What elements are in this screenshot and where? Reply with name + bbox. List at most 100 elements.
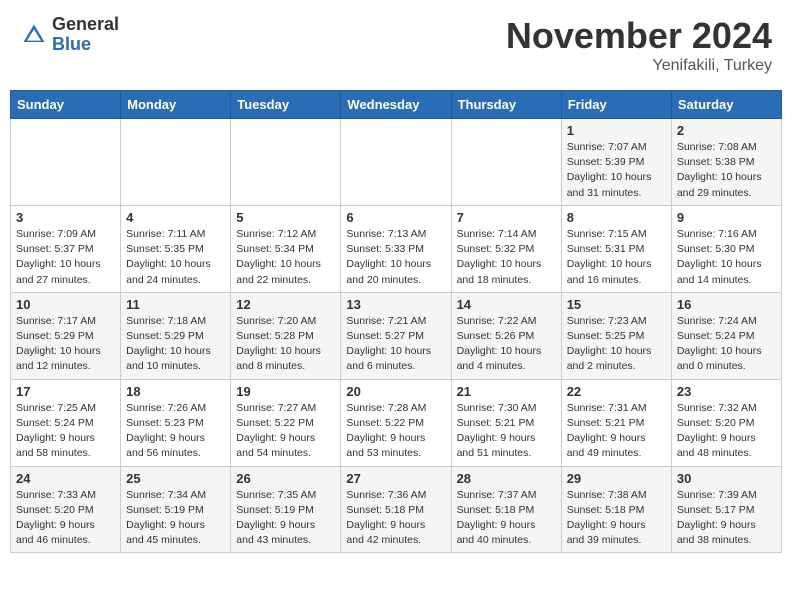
calendar-body: 1 Sunrise: 7:07 AM Sunset: 5:39 PM Daylig… <box>11 119 782 553</box>
logo-general: General <box>52 15 119 35</box>
day-number: 29 <box>567 471 666 486</box>
day-number: 18 <box>126 384 225 399</box>
day-of-week-header: Thursday <box>451 91 561 119</box>
day-info: Sunrise: 7:07 AM Sunset: 5:39 PM Dayligh… <box>567 140 666 201</box>
day-number: 2 <box>677 123 776 138</box>
day-info: Sunrise: 7:33 AM Sunset: 5:20 PM Dayligh… <box>16 488 115 549</box>
day-number: 19 <box>236 384 335 399</box>
day-info: Sunrise: 7:17 AM Sunset: 5:29 PM Dayligh… <box>16 314 115 375</box>
header-row: SundayMondayTuesdayWednesdayThursdayFrid… <box>11 91 782 119</box>
day-info: Sunrise: 7:08 AM Sunset: 5:38 PM Dayligh… <box>677 140 776 201</box>
day-info: Sunrise: 7:36 AM Sunset: 5:18 PM Dayligh… <box>346 488 445 549</box>
day-number: 25 <box>126 471 225 486</box>
calendar-cell: 27Sunrise: 7:36 AM Sunset: 5:18 PM Dayli… <box>341 466 451 553</box>
day-info: Sunrise: 7:37 AM Sunset: 5:18 PM Dayligh… <box>457 488 556 549</box>
day-number: 16 <box>677 297 776 312</box>
day-info: Sunrise: 7:15 AM Sunset: 5:31 PM Dayligh… <box>567 227 666 288</box>
day-info: Sunrise: 7:30 AM Sunset: 5:21 PM Dayligh… <box>457 401 556 462</box>
day-number: 23 <box>677 384 776 399</box>
logo-icon <box>20 21 48 49</box>
calendar-header: SundayMondayTuesdayWednesdayThursdayFrid… <box>11 91 782 119</box>
logo: General Blue <box>20 15 119 55</box>
day-number: 13 <box>346 297 445 312</box>
calendar-cell <box>11 119 121 206</box>
calendar-cell: 3 Sunrise: 7:09 AM Sunset: 5:37 PM Daylig… <box>11 205 121 292</box>
day-number: 30 <box>677 471 776 486</box>
calendar-week-row: 17 Sunrise: 7:25 AM Sunset: 5:24 PM Dayli… <box>11 379 782 466</box>
day-info: Sunrise: 7:14 AM Sunset: 5:32 PM Dayligh… <box>457 227 556 288</box>
calendar-cell: 11 Sunrise: 7:18 AM Sunset: 5:29 PM Dayli… <box>121 292 231 379</box>
day-number: 17 <box>16 384 115 399</box>
calendar-cell: 25Sunrise: 7:34 AM Sunset: 5:19 PM Dayli… <box>121 466 231 553</box>
day-number: 24 <box>16 471 115 486</box>
day-number: 21 <box>457 384 556 399</box>
calendar-cell: 5 Sunrise: 7:12 AM Sunset: 5:34 PM Daylig… <box>231 205 341 292</box>
day-info: Sunrise: 7:26 AM Sunset: 5:23 PM Dayligh… <box>126 401 225 462</box>
calendar-cell: 15 Sunrise: 7:23 AM Sunset: 5:25 PM Dayli… <box>561 292 671 379</box>
calendar-week-row: 24 Sunrise: 7:33 AM Sunset: 5:20 PM Dayli… <box>11 466 782 553</box>
day-info: Sunrise: 7:12 AM Sunset: 5:34 PM Dayligh… <box>236 227 335 288</box>
calendar-cell <box>121 119 231 206</box>
day-info: Sunrise: 7:11 AM Sunset: 5:35 PM Dayligh… <box>126 227 225 288</box>
logo-text: General Blue <box>52 15 119 55</box>
calendar-cell: 16 Sunrise: 7:24 AM Sunset: 5:24 PM Dayli… <box>671 292 781 379</box>
title-block: November 2024 Yenifakili, Turkey <box>506 15 772 75</box>
day-number: 9 <box>677 210 776 225</box>
calendar-cell: 13 Sunrise: 7:21 AM Sunset: 5:27 PM Dayli… <box>341 292 451 379</box>
day-info: Sunrise: 7:27 AM Sunset: 5:22 PM Dayligh… <box>236 401 335 462</box>
calendar-cell: 6Sunrise: 7:13 AM Sunset: 5:33 PM Daylig… <box>341 205 451 292</box>
day-number: 5 <box>236 210 335 225</box>
day-info: Sunrise: 7:28 AM Sunset: 5:22 PM Dayligh… <box>346 401 445 462</box>
calendar-week-row: 1 Sunrise: 7:07 AM Sunset: 5:39 PM Daylig… <box>11 119 782 206</box>
calendar-cell: 8 Sunrise: 7:15 AM Sunset: 5:31 PM Daylig… <box>561 205 671 292</box>
day-of-week-header: Sunday <box>11 91 121 119</box>
day-info: Sunrise: 7:24 AM Sunset: 5:24 PM Dayligh… <box>677 314 776 375</box>
day-info: Sunrise: 7:21 AM Sunset: 5:27 PM Dayligh… <box>346 314 445 375</box>
day-info: Sunrise: 7:13 AM Sunset: 5:33 PM Dayligh… <box>346 227 445 288</box>
day-info: Sunrise: 7:16 AM Sunset: 5:30 PM Dayligh… <box>677 227 776 288</box>
day-number: 10 <box>16 297 115 312</box>
calendar-cell: 18 Sunrise: 7:26 AM Sunset: 5:23 PM Dayli… <box>121 379 231 466</box>
calendar-table: SundayMondayTuesdayWednesdayThursdayFrid… <box>10 90 782 553</box>
calendar-cell: 4 Sunrise: 7:11 AM Sunset: 5:35 PM Daylig… <box>121 205 231 292</box>
day-number: 26 <box>236 471 335 486</box>
day-info: Sunrise: 7:32 AM Sunset: 5:20 PM Dayligh… <box>677 401 776 462</box>
location: Yenifakili, Turkey <box>506 57 772 75</box>
day-number: 3 <box>16 210 115 225</box>
day-number: 11 <box>126 297 225 312</box>
day-number: 15 <box>567 297 666 312</box>
day-number: 12 <box>236 297 335 312</box>
day-number: 4 <box>126 210 225 225</box>
day-info: Sunrise: 7:25 AM Sunset: 5:24 PM Dayligh… <box>16 401 115 462</box>
calendar-cell: 26 Sunrise: 7:35 AM Sunset: 5:19 PM Dayli… <box>231 466 341 553</box>
calendar-cell: 20Sunrise: 7:28 AM Sunset: 5:22 PM Dayli… <box>341 379 451 466</box>
day-number: 7 <box>457 210 556 225</box>
calendar-week-row: 10 Sunrise: 7:17 AM Sunset: 5:29 PM Dayli… <box>11 292 782 379</box>
calendar-cell <box>231 119 341 206</box>
day-info: Sunrise: 7:39 AM Sunset: 5:17 PM Dayligh… <box>677 488 776 549</box>
day-info: Sunrise: 7:23 AM Sunset: 5:25 PM Dayligh… <box>567 314 666 375</box>
calendar-cell: 2 Sunrise: 7:08 AM Sunset: 5:38 PM Daylig… <box>671 119 781 206</box>
day-of-week-header: Tuesday <box>231 91 341 119</box>
calendar-cell: 23 Sunrise: 7:32 AM Sunset: 5:20 PM Dayli… <box>671 379 781 466</box>
calendar-cell: 1 Sunrise: 7:07 AM Sunset: 5:39 PM Daylig… <box>561 119 671 206</box>
calendar-cell: 14 Sunrise: 7:22 AM Sunset: 5:26 PM Dayli… <box>451 292 561 379</box>
day-number: 14 <box>457 297 556 312</box>
calendar-cell: 12Sunrise: 7:20 AM Sunset: 5:28 PM Dayli… <box>231 292 341 379</box>
day-info: Sunrise: 7:09 AM Sunset: 5:37 PM Dayligh… <box>16 227 115 288</box>
day-info: Sunrise: 7:18 AM Sunset: 5:29 PM Dayligh… <box>126 314 225 375</box>
calendar-cell: 24 Sunrise: 7:33 AM Sunset: 5:20 PM Dayli… <box>11 466 121 553</box>
day-info: Sunrise: 7:35 AM Sunset: 5:19 PM Dayligh… <box>236 488 335 549</box>
calendar-cell: 17 Sunrise: 7:25 AM Sunset: 5:24 PM Dayli… <box>11 379 121 466</box>
day-of-week-header: Monday <box>121 91 231 119</box>
day-info: Sunrise: 7:22 AM Sunset: 5:26 PM Dayligh… <box>457 314 556 375</box>
calendar-cell: 21 Sunrise: 7:30 AM Sunset: 5:21 PM Dayli… <box>451 379 561 466</box>
day-number: 8 <box>567 210 666 225</box>
calendar-cell <box>341 119 451 206</box>
day-number: 1 <box>567 123 666 138</box>
logo-blue: Blue <box>52 35 119 55</box>
calendar-cell <box>451 119 561 206</box>
calendar-cell: 22Sunrise: 7:31 AM Sunset: 5:21 PM Dayli… <box>561 379 671 466</box>
day-number: 22 <box>567 384 666 399</box>
day-of-week-header: Saturday <box>671 91 781 119</box>
